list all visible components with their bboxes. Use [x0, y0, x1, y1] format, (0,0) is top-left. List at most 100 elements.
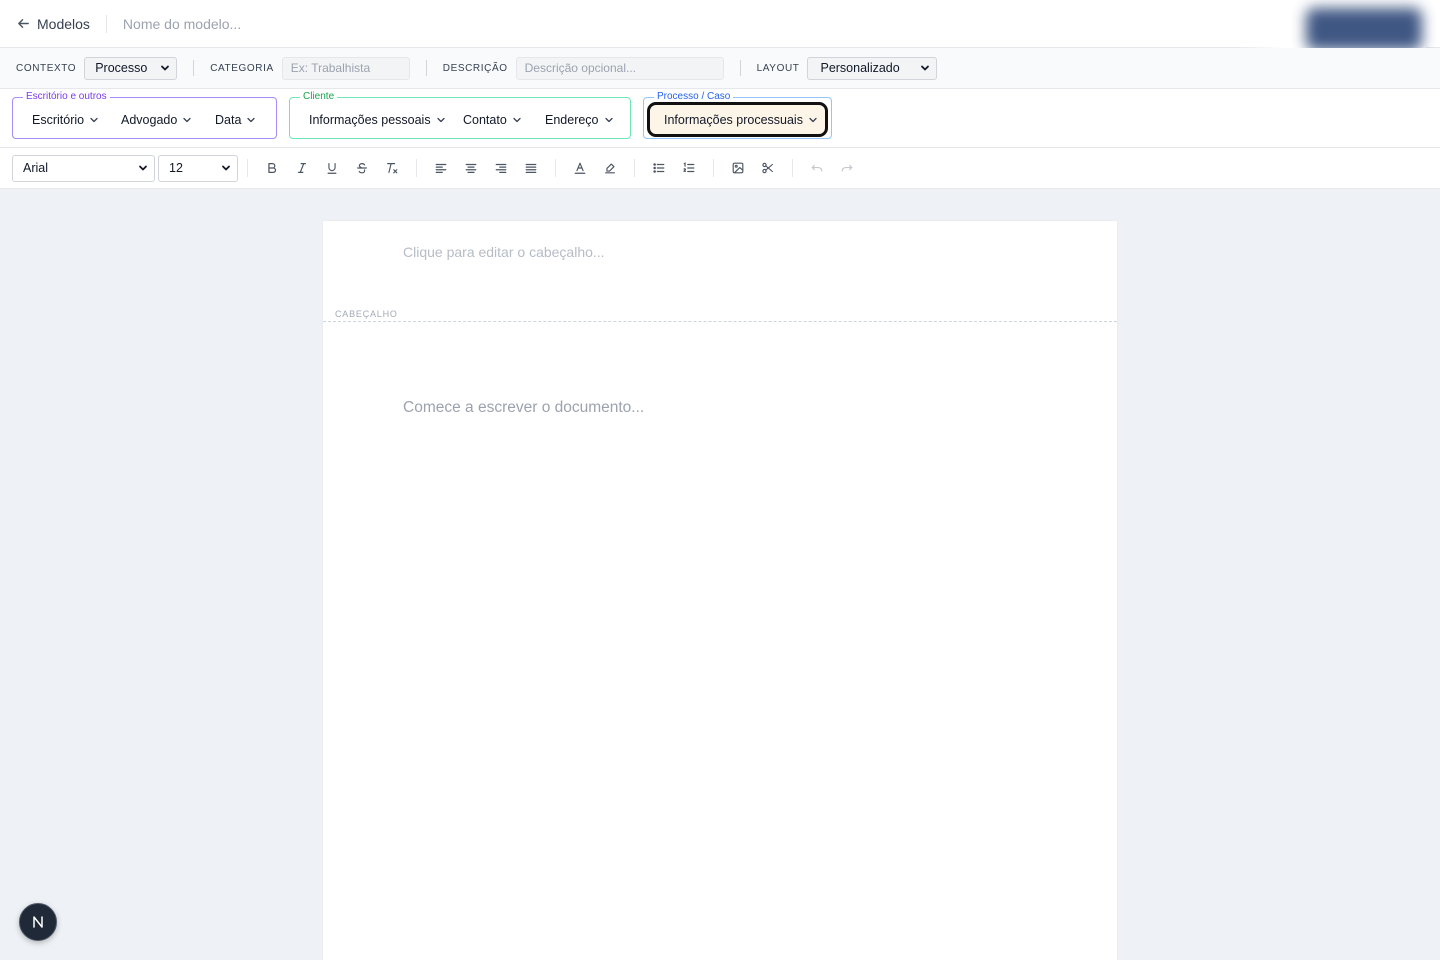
back-label: Modelos — [37, 15, 90, 32]
description-label: DESCRIÇÃO — [442, 62, 508, 74]
chevron-down-icon — [139, 165, 147, 171]
personal-info-label: Informações pessoais — [309, 113, 431, 127]
group-client-legend: Cliente — [300, 91, 338, 103]
date-dropdown[interactable]: Data — [215, 113, 256, 127]
body-placeholder: Comece a escrever o documento... — [403, 399, 645, 416]
group-client: Cliente Informações pessoais Contato End… — [289, 91, 631, 139]
back-to-models-link[interactable]: Modelos — [16, 16, 90, 32]
divider — [713, 159, 714, 177]
layout-value: Personalizado — [820, 61, 900, 75]
description-input[interactable]: Descrição opcional... — [515, 56, 724, 80]
group-process: Processo / Caso Informações processuais — [643, 91, 832, 139]
divider — [247, 159, 248, 177]
chevron-down-icon — [921, 65, 930, 71]
context-value: Processo — [95, 61, 148, 75]
chevron-down-icon — [247, 117, 256, 123]
strikethrough-icon — [357, 163, 367, 174]
insert-image-button[interactable] — [723, 155, 753, 181]
strikethrough-button[interactable] — [347, 155, 377, 181]
next-dev-badge[interactable] — [19, 903, 57, 941]
layout-select[interactable]: Personalizado — [807, 56, 938, 80]
divider — [425, 60, 427, 76]
redo-button[interactable] — [832, 155, 862, 181]
date-label: Data — [215, 113, 242, 127]
category-input[interactable]: Ex: Trabalhista — [281, 56, 410, 80]
underline-icon — [327, 163, 337, 174]
chevron-down-icon — [161, 65, 170, 71]
document-body-editor[interactable]: Comece a escrever o documento... — [323, 323, 1117, 960]
top-header: Modelos — [0, 0, 1440, 70]
scissors-icon — [762, 162, 773, 174]
align-left-button[interactable] — [426, 155, 456, 181]
contact-dropdown[interactable]: Contato — [463, 113, 522, 127]
clear-format-icon — [387, 163, 398, 174]
chevron-down-icon — [513, 117, 521, 123]
clear-format-button[interactable] — [377, 155, 407, 181]
italic-icon — [297, 163, 307, 173]
divider — [193, 60, 195, 76]
text-color-icon — [574, 162, 586, 174]
document-page: Clique para editar o cabeçalho... CABEÇA… — [323, 221, 1117, 960]
align-center-button[interactable] — [456, 155, 486, 181]
bold-icon — [268, 163, 277, 173]
category-label: CATEGORIA — [210, 62, 274, 74]
chevron-down-icon — [222, 165, 230, 171]
chevron-down-icon — [436, 117, 445, 123]
metadata-bar: CONTEXTO Processo CATEGORIA Ex: Trabalhi… — [0, 48, 1440, 89]
arrow-left-icon — [18, 19, 29, 28]
font-size-value: 12 — [169, 161, 183, 175]
font-family-value: Arial — [23, 161, 49, 175]
bullet-list-button[interactable] — [644, 155, 674, 181]
align-right-icon — [495, 163, 507, 173]
save-button[interactable] — [1306, 8, 1422, 50]
numbered-list-icon — [683, 162, 695, 173]
undo-icon — [811, 164, 823, 172]
model-name-input[interactable] — [122, 15, 443, 32]
align-justify-icon — [525, 163, 537, 173]
divider — [634, 159, 635, 177]
chevron-down-icon — [183, 117, 191, 123]
divider — [555, 159, 556, 177]
lawyer-label: Advogado — [121, 113, 178, 127]
address-dropdown[interactable]: Endereço — [545, 113, 614, 127]
align-center-icon — [465, 163, 477, 173]
align-left-icon — [435, 163, 447, 173]
group-office: Escritório e outros Escritório Advogado … — [12, 91, 277, 139]
underline-button[interactable] — [317, 155, 347, 181]
layout-label: LAYOUT — [756, 62, 800, 74]
divider — [416, 159, 417, 177]
document-header-area[interactable]: Clique para editar o cabeçalho... CABEÇA… — [323, 221, 1117, 322]
cut-button[interactable] — [753, 155, 783, 181]
chevron-down-icon — [90, 117, 98, 123]
divider — [792, 159, 793, 177]
redo-icon — [841, 164, 853, 172]
category-placeholder: Ex: Trabalhista — [290, 61, 371, 75]
process-info-dropdown[interactable]: Informações processuais — [647, 102, 828, 137]
bold-button[interactable] — [257, 155, 287, 181]
text-color-button[interactable] — [565, 155, 595, 181]
office-label: Escritório — [32, 113, 85, 127]
header-tag: CABEÇALHO — [335, 309, 398, 319]
personal-info-dropdown[interactable]: Informações pessoais — [309, 113, 446, 127]
italic-button[interactable] — [287, 155, 317, 181]
contact-label: Contato — [463, 113, 507, 127]
numbered-list-button[interactable] — [674, 155, 704, 181]
office-dropdown[interactable]: Escritório — [32, 113, 99, 127]
lawyer-dropdown[interactable]: Advogado — [121, 113, 192, 127]
align-justify-button[interactable] — [516, 155, 546, 181]
description-placeholder: Descrição opcional... — [524, 61, 636, 75]
divider — [739, 60, 741, 76]
process-info-label: Informações processuais — [664, 112, 803, 127]
image-icon — [732, 162, 744, 174]
divider — [105, 14, 107, 33]
align-right-button[interactable] — [486, 155, 516, 181]
undo-button[interactable] — [802, 155, 832, 181]
chevron-down-icon — [809, 117, 817, 122]
font-family-select[interactable]: Arial — [12, 154, 155, 182]
bullet-list-icon — [653, 163, 665, 173]
font-size-select[interactable]: 12 — [158, 154, 238, 182]
highlight-icon — [605, 163, 615, 174]
highlight-button[interactable] — [595, 155, 625, 181]
context-label: CONTEXTO — [16, 62, 77, 74]
context-select[interactable]: Processo — [84, 56, 178, 80]
